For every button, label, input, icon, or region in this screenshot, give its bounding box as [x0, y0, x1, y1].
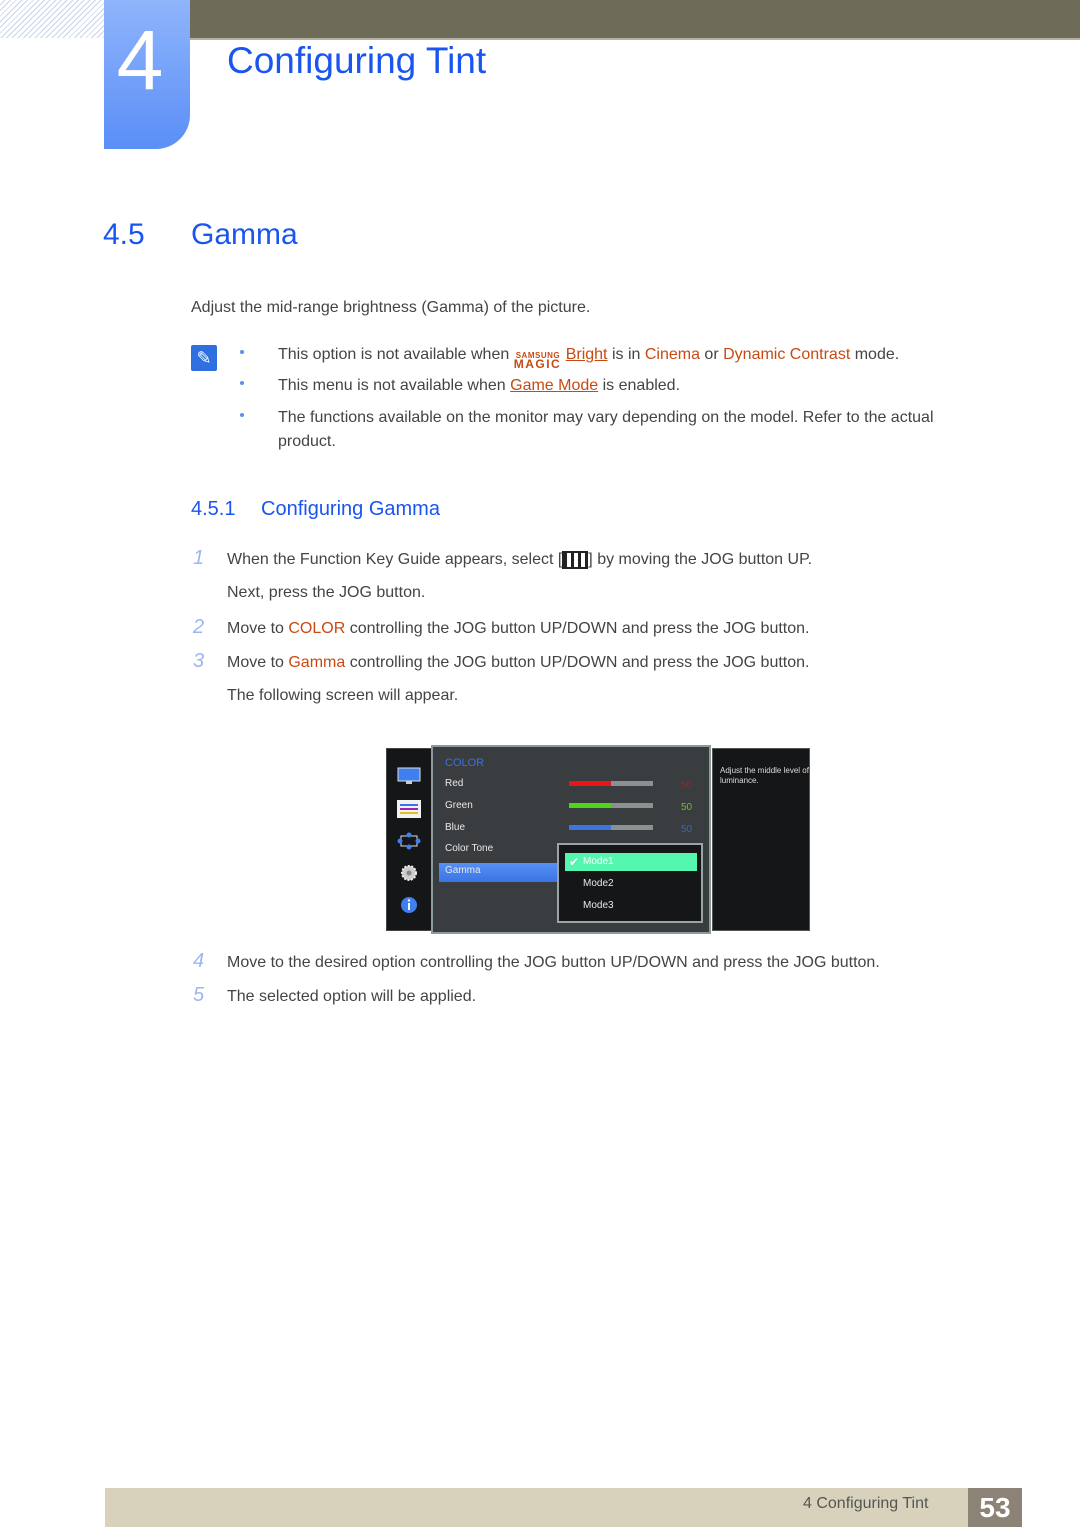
checkmark-icon: ✔	[569, 855, 580, 869]
step-number: 1	[193, 547, 205, 569]
note-text: is enabled.	[598, 377, 681, 394]
size-position-icon[interactable]	[397, 832, 421, 850]
gamma-option-mode3[interactable]: Mode3	[565, 897, 697, 915]
osd-help-text: Adjust the middle level of luminance.	[720, 766, 809, 785]
blue-slider-fill	[569, 825, 611, 830]
option-label: Mode1	[583, 856, 614, 867]
info-icon[interactable]	[397, 896, 421, 914]
step-text: The selected option will be applied.	[227, 988, 477, 1005]
chapter-title: Configuring Tint	[227, 40, 487, 81]
option-label: Mode3	[583, 900, 614, 911]
blue-slider[interactable]	[569, 825, 653, 830]
header-hatch-decoration	[0, 0, 104, 38]
note-pencil-icon: ✎	[191, 345, 217, 371]
red-slider[interactable]	[569, 781, 653, 786]
highlight-color: COLOR	[288, 620, 346, 637]
note-text: is in	[607, 346, 645, 363]
note-text: The functions available on the monitor m…	[278, 409, 934, 426]
green-slider[interactable]	[569, 803, 653, 808]
note-text: or	[699, 346, 724, 363]
note-text: mode.	[850, 346, 900, 363]
note-text: product.	[278, 433, 336, 450]
blue-value: 50	[681, 824, 693, 835]
samsung-magic-logo: SAMSUNG MAGIC	[514, 347, 566, 371]
step-text: When the Function Key Guide appears, sel…	[227, 551, 812, 569]
step-number: 5	[193, 984, 205, 1006]
osd-help-panel: Adjust the middle level of luminance.	[712, 748, 810, 931]
gamma-dropdown: ✔ Mode1 Mode2 Mode3	[557, 843, 703, 923]
step-text-part: controlling the JOG button UP/DOWN and p…	[345, 620, 810, 637]
step-text-part: controlling the JOG button UP/DOWN and p…	[345, 654, 810, 671]
step-text: Move to Gamma controlling the JOG button…	[227, 654, 809, 672]
step-text: Move to COLOR controlling the JOG button…	[227, 620, 809, 638]
osd-item-blue[interactable]: Blue	[445, 822, 465, 833]
subsection-number: 4.5.1	[191, 498, 236, 520]
osd-item-green[interactable]: Green	[445, 800, 473, 811]
header-bar	[190, 0, 1080, 38]
section-title: Gamma	[191, 218, 298, 251]
menu-key-icon	[562, 551, 589, 569]
monitor-icon[interactable]	[397, 767, 421, 785]
step-number: 3	[193, 650, 205, 672]
osd-heading: COLOR	[445, 757, 485, 769]
green-value: 50	[681, 802, 693, 813]
chapter-number: 4	[116, 13, 164, 107]
step-text-part: ] by moving the JOG button UP.	[588, 551, 813, 569]
gamma-option-mode1[interactable]: ✔ Mode1	[565, 853, 697, 871]
step-text: Next, press the JOG button.	[227, 584, 426, 601]
highlight-cinema: Cinema	[644, 346, 700, 363]
osd-item-red[interactable]: Red	[445, 778, 463, 789]
color-bars-icon[interactable]	[397, 800, 421, 818]
logo-magic: MAGIC	[513, 356, 562, 371]
step-text-part: Move to	[227, 654, 289, 671]
note-text: This menu is not available when	[278, 377, 511, 394]
option-label: Mode2	[583, 878, 614, 889]
osd-item-color-tone[interactable]: Color Tone	[445, 843, 493, 854]
highlight-gamma: Gamma	[288, 654, 346, 671]
section-number: 4.5	[103, 218, 145, 251]
note-text: This option is not available when	[278, 346, 514, 363]
gear-icon[interactable]	[397, 864, 421, 882]
step-number: 4	[193, 950, 205, 972]
step-text-part: When the Function Key Guide appears, sel…	[227, 551, 563, 569]
section-intro: Adjust the mid-range brightness (Gamma) …	[191, 299, 591, 316]
bullet-dot	[240, 413, 244, 417]
green-slider-fill	[569, 803, 611, 808]
game-mode-link[interactable]: Game Mode	[510, 377, 598, 394]
step-text: Move to the desired option controlling t…	[227, 954, 880, 971]
gamma-option-mode2[interactable]: Mode2	[565, 875, 697, 893]
bullet-dot	[240, 381, 244, 385]
osd-side-menu	[386, 748, 432, 931]
osd-color-menu: COLOR Red Green Blue Color Tone Gamma 50…	[431, 745, 711, 934]
step-text: The following screen will appear.	[227, 687, 459, 704]
magic-bright-link[interactable]: Bright	[566, 346, 608, 363]
step-text-part: Move to	[227, 620, 289, 637]
osd-item-gamma[interactable]: Gamma	[445, 865, 481, 876]
red-value: 50	[681, 780, 693, 791]
subsection-title: Configuring Gamma	[261, 498, 440, 520]
page-number: 53	[968, 1488, 1022, 1527]
step-number: 2	[193, 616, 205, 638]
highlight-dynamic-contrast: Dynamic Contrast	[723, 346, 851, 363]
footer-chapter-label: 4 Configuring Tint	[803, 1495, 929, 1512]
bullet-dot	[240, 350, 244, 354]
red-slider-fill	[569, 781, 611, 786]
